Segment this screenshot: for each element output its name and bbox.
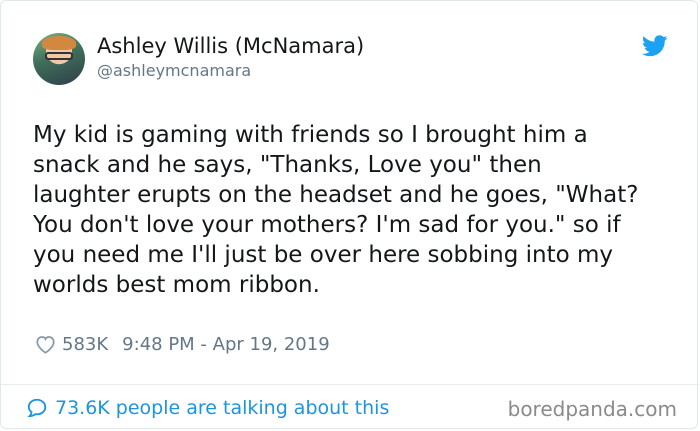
avatar-hair xyxy=(42,36,76,50)
conversation-link[interactable]: 73.6K people are talking about this xyxy=(26,395,389,421)
watermark: boredpanda.com xyxy=(507,397,677,421)
twitter-bird-icon[interactable] xyxy=(642,35,668,57)
tweet-card: Ashley Willis (McNamara) @ashleymcnamara… xyxy=(0,0,699,429)
timestamp[interactable]: 9:48 PM - Apr 19, 2019 xyxy=(122,334,329,355)
heart-outline-icon[interactable] xyxy=(35,335,56,354)
like-count[interactable]: 583K xyxy=(62,334,108,355)
tweet-line: laughter erupts on the headset and he go… xyxy=(33,182,639,208)
conversation-count[interactable]: 73.6K people are talking about this xyxy=(55,397,389,419)
author-handle[interactable]: @ashleymcnamara xyxy=(97,61,251,80)
tweet-line: you need me I'll just be over here sobbi… xyxy=(33,242,614,268)
divider xyxy=(1,384,699,385)
tweet-line: snack and he says, "Thanks, Love you" th… xyxy=(33,152,542,178)
avatar[interactable] xyxy=(33,33,85,85)
tweet-text: My kid is gaming with friends so I broug… xyxy=(33,120,683,300)
author-name[interactable]: Ashley Willis (McNamara) xyxy=(97,34,364,58)
tweet-line: You don't love your mothers? I'm sad for… xyxy=(33,212,621,238)
tweet-line: worlds best mom ribbon. xyxy=(33,272,320,298)
tweet-line: My kid is gaming with friends so I broug… xyxy=(33,122,588,148)
avatar-glasses xyxy=(45,52,73,60)
speech-bubble-icon xyxy=(27,398,47,417)
tweet-meta: 583K 9:48 PM - Apr 19, 2019 xyxy=(35,332,330,356)
